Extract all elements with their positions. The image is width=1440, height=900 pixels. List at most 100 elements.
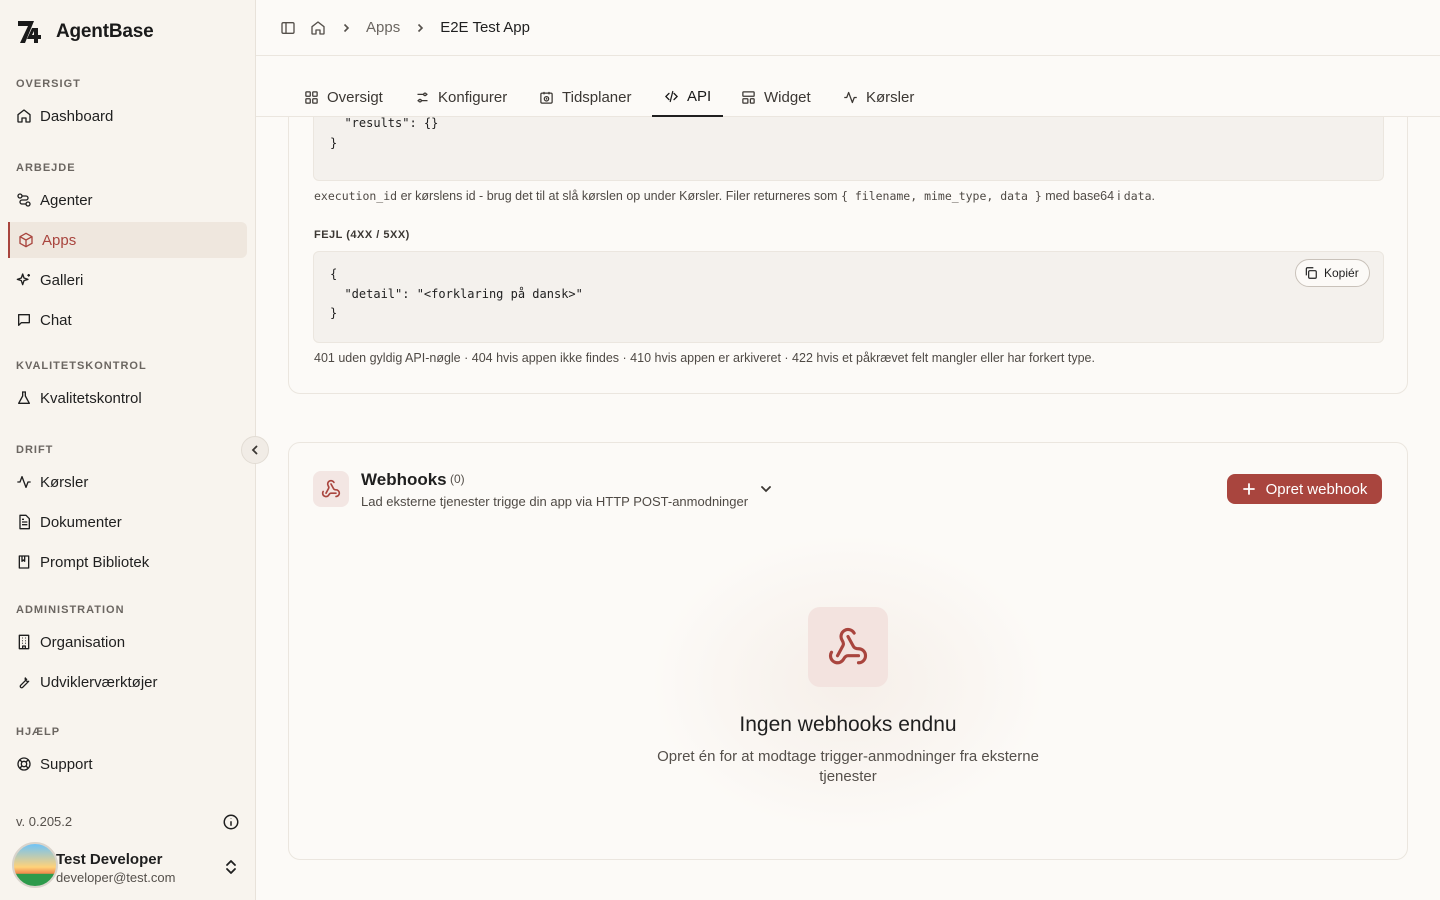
webhooks-subtitle: Lad eksterne tjenester trigge din app vi… xyxy=(361,494,749,509)
webhooks-title: Webhooks xyxy=(361,470,447,489)
nav-section-drift: DRIFT Kørsler Dokumenter Prompt Bibliote… xyxy=(0,442,256,580)
tab-oversigt[interactable]: Oversigt xyxy=(292,78,395,117)
nav-section-title: DRIFT xyxy=(16,444,54,456)
create-webhook-button[interactable]: Opret webhook xyxy=(1227,474,1382,504)
nav-section-title: ARBEJDE xyxy=(16,162,76,174)
box-icon xyxy=(19,232,33,248)
collapse-sidebar-button[interactable] xyxy=(241,436,269,464)
error-section-title: FEJL (4XX / 5XX) xyxy=(314,229,410,241)
tab-label: Tidsplaner xyxy=(562,89,632,106)
tab-label: Oversigt xyxy=(327,89,383,106)
sidebar-item-label: Kørsler xyxy=(40,473,89,491)
sidebar-item-organisation[interactable]: Organisation xyxy=(8,624,247,660)
activity-icon xyxy=(844,91,857,104)
chevron-down-icon[interactable] xyxy=(759,482,773,496)
empty-state-subtitle: Opret én for at modtage trigger-anmodnin… xyxy=(657,748,1039,785)
nav-section-oversigt: OVERSIGT Dashboard xyxy=(0,76,256,134)
workflow-icon xyxy=(17,193,31,207)
chevron-right-icon xyxy=(343,23,350,32)
tab-tidsplaner[interactable]: Tidsplaner xyxy=(527,78,643,117)
tab-widget[interactable]: Widget xyxy=(729,78,823,117)
app-version: v. 0.205.2 xyxy=(16,814,73,829)
copy-label: Kopiér xyxy=(1324,266,1359,280)
copy-icon xyxy=(1305,267,1317,279)
top-bar: Apps E2E Test App xyxy=(256,0,1440,56)
tab-label: Widget xyxy=(764,89,811,106)
avatar xyxy=(12,842,58,888)
building-icon xyxy=(18,634,30,650)
sidebar-item-label: Chat xyxy=(40,311,72,329)
tab-label: Konfigurer xyxy=(438,89,508,106)
app-name: AgentBase xyxy=(56,21,154,42)
sidebar-item-dashboard[interactable]: Dashboard xyxy=(8,98,247,134)
breadcrumb-apps[interactable]: Apps xyxy=(366,19,400,36)
home-icon[interactable] xyxy=(310,20,326,36)
tab-konfigurer[interactable]: Konfigurer xyxy=(403,78,519,117)
nav-section-title: KVALITETSKONTROL xyxy=(16,360,147,372)
sidebar-item-galleri[interactable]: Galleri xyxy=(8,262,247,298)
activity-icon xyxy=(17,476,31,488)
sidebar-item-chat[interactable]: Chat xyxy=(8,302,247,338)
sidebar-item-kvalitetskontrol[interactable]: Kvalitetskontrol xyxy=(8,380,247,416)
webhook-icon xyxy=(321,479,341,498)
file-text-icon xyxy=(19,514,30,530)
sidebar-item-dokumenter[interactable]: Dokumenter xyxy=(8,504,247,540)
code-icon xyxy=(664,90,679,103)
sliders-icon xyxy=(417,92,428,103)
calendar-clock-icon xyxy=(540,91,553,104)
tab-korsler[interactable]: Kørsler xyxy=(831,78,926,117)
sidebar-item-label: Organisation xyxy=(40,633,126,651)
chevron-left-icon xyxy=(251,445,258,455)
sidebar-item-label: Galleri xyxy=(40,271,84,289)
flask-icon xyxy=(18,391,30,404)
layout-template-icon xyxy=(742,91,755,104)
sparkles-icon xyxy=(16,273,30,286)
life-buoy-icon xyxy=(17,757,31,771)
chevron-right-icon xyxy=(418,23,424,32)
info-icon[interactable] xyxy=(222,813,240,831)
nav-section-kvalitetskontrol: KVALITETSKONTROL Kvalitetskontrol xyxy=(0,358,256,416)
webhooks-count: (0) xyxy=(450,472,465,486)
tab-bar: Oversigt Konfigurer Tidsplaner API Widge… xyxy=(256,56,1440,117)
copy-button[interactable]: Kopiér xyxy=(1295,259,1370,287)
tab-label: Kørsler xyxy=(866,89,915,106)
agentbase-logo-icon xyxy=(18,21,41,43)
sidebar-item-label: Dokumenter xyxy=(40,513,122,531)
nav-section-title: ADMINISTRATION xyxy=(16,604,125,616)
sidebar-item-agenter[interactable]: Agenter xyxy=(8,182,247,218)
layout-grid-icon xyxy=(305,91,318,104)
sidebar-item-support[interactable]: Support xyxy=(8,746,247,782)
sidebar-item-korsler[interactable]: Kørsler xyxy=(8,464,247,500)
nav-section-title: OVERSIGT xyxy=(16,78,81,90)
error-code-block: { "detail": "<forklaring på dansk>" } xyxy=(313,251,1384,343)
user-email: developer@test.com xyxy=(56,870,176,885)
sidebar-item-prompt-bibliotek[interactable]: Prompt Bibliotek xyxy=(8,544,247,580)
nav-section-title: HJÆLP xyxy=(16,726,61,738)
tab-label: API xyxy=(687,88,712,105)
user-menu[interactable]: Test Developer developer@test.com xyxy=(12,842,248,892)
sidebar-item-label: Kvalitetskontrol xyxy=(40,389,142,407)
tab-api[interactable]: API xyxy=(652,78,724,117)
nav-section-administration: ADMINISTRATION Organisation Udviklerværk… xyxy=(0,602,256,700)
sidebar-toggle-icon[interactable] xyxy=(280,20,296,36)
book-icon xyxy=(18,555,30,569)
nav-section-arbejde: ARBEJDE Agenter Apps Galleri Chat xyxy=(0,160,256,338)
response-note: execution_id er kørslens id - brug det t… xyxy=(314,189,1155,203)
sidebar-item-label: Prompt Bibliotek xyxy=(40,553,150,571)
sidebar: AgentBase OVERSIGT Dashboard ARBEJDE Age… xyxy=(0,0,256,900)
sidebar-item-label: Support xyxy=(40,755,93,773)
sidebar-item-label: Udviklerværktøjer xyxy=(40,673,158,691)
sidebar-item-udviklervaerktojer[interactable]: Udviklerværktøjer xyxy=(8,664,247,700)
user-name: Test Developer xyxy=(56,851,163,868)
brand[interactable]: AgentBase xyxy=(16,18,154,46)
home-icon xyxy=(17,109,31,123)
error-note: 401 uden gyldig API-nøgle · 404 hvis app… xyxy=(314,351,1095,365)
message-square-icon xyxy=(18,314,30,326)
sidebar-item-apps[interactable]: Apps xyxy=(8,222,247,258)
sidebar-item-label: Apps xyxy=(42,231,77,249)
empty-state-title: Ingen webhooks endnu xyxy=(739,713,957,736)
empty-state-badge xyxy=(808,607,888,687)
chevrons-up-down-icon xyxy=(226,860,236,874)
create-webhook-label: Opret webhook xyxy=(1265,480,1368,498)
plus-icon xyxy=(1242,483,1255,495)
